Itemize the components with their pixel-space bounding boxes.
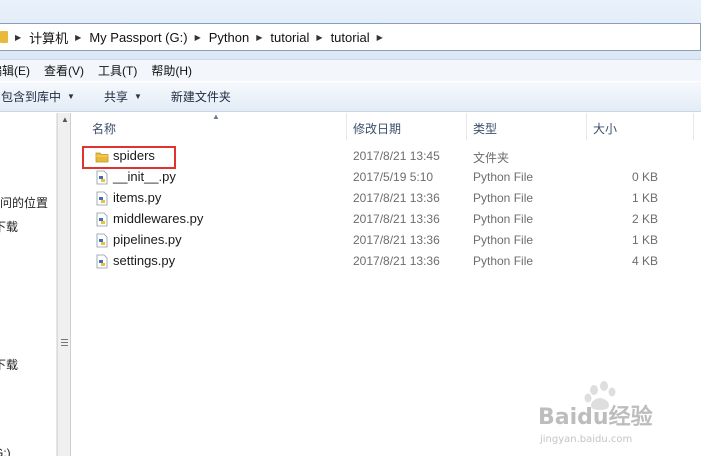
toolbar: 包含到库中 ▼ 共享 ▼ 新建文件夹 [0, 82, 701, 112]
file-modified: 2017/5/19 5:10 [353, 170, 434, 184]
column-divider[interactable] [466, 113, 467, 140]
file-size: 4 KB [631, 254, 658, 268]
python-file-icon [96, 191, 108, 206]
menu-bar: 编辑(E) 查看(V) 工具(T) 帮助(H) [0, 60, 701, 81]
file-modified: 2017/8/21 13:36 [353, 212, 440, 226]
new-folder-button[interactable]: 新建文件夹 [171, 88, 231, 105]
sort-ascending-icon: ▲ [212, 112, 220, 121]
scroll-grip-icon[interactable] [61, 339, 68, 346]
file-row-settings[interactable]: settings.py 2017/8/21 13:36 Python File … [72, 251, 701, 272]
file-type: 文件夹 [473, 151, 510, 165]
include-in-library-button[interactable]: 包含到库中 ▼ [1, 88, 75, 105]
file-size: 1 KB [631, 191, 658, 205]
python-file-icon [96, 233, 108, 248]
address-bar[interactable]: ▶ 计算机 ▶ My Passport (G:) ▶ Python ▶ tuto… [0, 23, 701, 51]
menu-tools[interactable]: 工具(T) [91, 62, 144, 79]
chevron-right-icon[interactable]: ▶ [256, 33, 262, 42]
chevron-right-icon[interactable]: ▶ [75, 33, 81, 42]
column-name[interactable]: 名称 [92, 120, 116, 137]
nav-item-recent-places[interactable]: 访问的位置 [0, 194, 48, 211]
caret-down-icon: ▼ [133, 92, 142, 101]
file-modified: 2017/8/21 13:36 [353, 254, 440, 268]
file-type: Python File [473, 212, 534, 226]
chevron-right-icon[interactable]: ▶ [15, 33, 21, 42]
folder-icon [0, 31, 8, 43]
chevron-right-icon[interactable]: ▶ [195, 33, 201, 42]
file-name: items.py [113, 190, 162, 205]
menu-view[interactable]: 查看(V) [37, 62, 91, 79]
share-button[interactable]: 共享 ▼ [104, 88, 142, 105]
chevron-right-icon[interactable]: ▶ [377, 33, 383, 42]
nav-item-drive[interactable]: (G:) [0, 446, 11, 456]
file-type: Python File [473, 191, 534, 205]
menu-help[interactable]: 帮助(H) [144, 62, 199, 79]
navigation-pane: 访问的位置 下载 下载 (G:) [0, 113, 57, 456]
nav-item-downloads[interactable]: 下载 [0, 218, 18, 235]
python-file-icon [96, 254, 108, 269]
column-divider[interactable] [586, 113, 587, 140]
breadcrumb-tutorial-current[interactable]: tutorial [331, 30, 370, 45]
file-modified: 2017/8/21 13:36 [353, 191, 440, 205]
file-type: Python File [473, 254, 534, 268]
annotation-highlight-box [82, 146, 176, 169]
column-type[interactable]: 类型 [473, 120, 497, 137]
watermark-brand: Baidu经验 [538, 404, 653, 430]
column-size[interactable]: 大小 [593, 120, 617, 137]
python-file-icon [96, 212, 108, 227]
column-header: 名称 ▲ 修改日期 类型 大小 [72, 112, 701, 140]
file-type: Python File [473, 170, 534, 184]
scroll-up-icon[interactable]: ▲ [61, 115, 69, 124]
file-row-init[interactable]: __init__.py 2017/5/19 5:10 Python File 0… [72, 167, 701, 188]
file-row-items[interactable]: items.py 2017/8/21 13:36 Python File 1 K… [72, 188, 701, 209]
file-size: 0 KB [631, 170, 658, 184]
baidu-jingyan-watermark: Baidu经验 jingyan.baidu.com [538, 381, 653, 445]
column-divider[interactable] [346, 113, 347, 140]
address-bar-area: ▶ 计算机 ▶ My Passport (G:) ▶ Python ▶ tuto… [0, 0, 701, 60]
breadcrumb-tutorial[interactable]: tutorial [270, 30, 309, 45]
file-name: middlewares.py [113, 211, 204, 226]
nav-scrollbar[interactable]: ▲ [57, 113, 71, 456]
column-modified[interactable]: 修改日期 [353, 120, 401, 137]
column-divider[interactable] [693, 113, 694, 140]
share-label: 共享 [103, 90, 128, 104]
caret-down-icon: ▼ [67, 92, 75, 101]
breadcrumb-drive[interactable]: My Passport (G:) [89, 30, 187, 45]
file-modified: 2017/8/21 13:45 [353, 149, 440, 163]
file-name: __init__.py [113, 169, 176, 184]
python-file-icon [96, 170, 108, 185]
file-row-middlewares[interactable]: middlewares.py 2017/8/21 13:36 Python Fi… [72, 209, 701, 230]
breadcrumb-computer[interactable]: 计算机 [29, 28, 68, 47]
nav-item-downloads[interactable]: 下载 [0, 356, 18, 373]
chevron-right-icon[interactable]: ▶ [316, 33, 322, 42]
include-in-library-label: 包含到库中 [1, 90, 62, 104]
watermark-url: jingyan.baidu.com [539, 434, 632, 445]
menu-edit[interactable]: 编辑(E) [0, 62, 37, 79]
file-size: 2 KB [631, 212, 658, 226]
file-name: settings.py [113, 253, 176, 268]
file-type: Python File [473, 233, 534, 247]
file-row-pipelines[interactable]: pipelines.py 2017/8/21 13:36 Python File… [72, 230, 701, 251]
breadcrumb-python[interactable]: Python [209, 30, 249, 45]
file-size: 1 KB [631, 233, 658, 247]
file-modified: 2017/8/21 13:36 [353, 233, 440, 247]
file-name: pipelines.py [113, 232, 182, 247]
